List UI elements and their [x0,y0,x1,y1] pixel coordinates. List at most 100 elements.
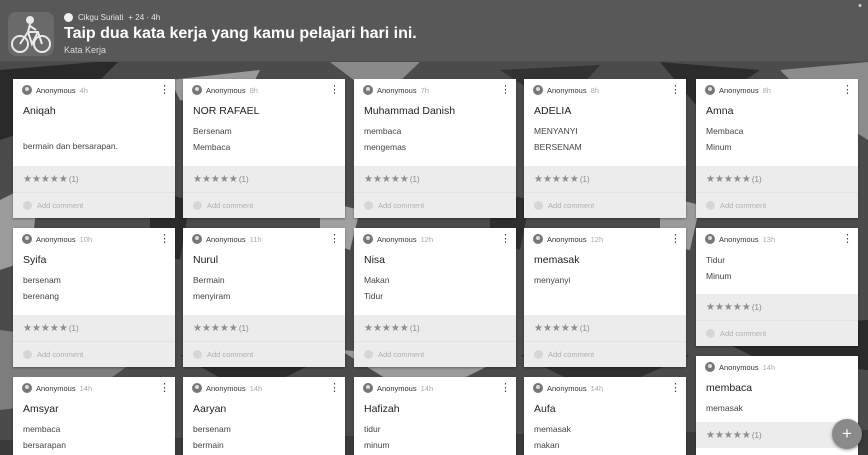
post-card[interactable]: Anonymous 8h ⋮ ADELIA MENYANYI BERSENAM … [524,79,686,218]
rating-stars-icon[interactable]: ★★★★★ [534,323,579,334]
add-comment[interactable]: Add comment [354,192,516,218]
post-title: Nurul [193,254,219,266]
post-card[interactable]: Anonymous 11h ⋮ Nurul Bermain menyiram ★… [183,228,345,367]
comment-avatar-icon [706,201,715,210]
post-rating[interactable]: ★★★★★ (1) [524,166,686,192]
post-menu-icon[interactable]: ⋮ [500,233,511,245]
post-rating[interactable]: ★★★★★ (1) [696,294,858,320]
post-author: Anonymous [36,383,76,393]
header-more-icon[interactable]: • [858,0,862,12]
add-comment-label[interactable]: Add comment [378,350,424,359]
add-comment[interactable]: Add comment [13,192,175,218]
post-line: Minum [706,142,732,152]
add-post-button[interactable]: + [832,419,862,449]
add-comment-label[interactable]: Add comment [548,201,594,210]
rating-stars-icon[interactable]: ★★★★★ [193,174,238,185]
wall-author[interactable]: Cikgu Suriati [78,13,123,22]
add-comment[interactable]: Add comment [696,192,858,218]
post-card[interactable]: Anonymous 8h ⋮ Amna Membaca Minum ★★★★★ … [696,79,858,218]
post-rating[interactable]: ★★★★★ (1) [183,166,345,192]
post-card[interactable]: Anonymous 7h ⋮ Muhammad Danish membaca m… [354,79,516,218]
post-line: memasak [706,403,743,413]
post-rating[interactable]: ★★★★★ (1) [13,166,175,192]
post-menu-icon[interactable]: ⋮ [670,84,681,96]
post-card[interactable]: Anonymous 14h ⋮ Hafizah tidur minum [354,377,516,455]
post-header: Anonymous 10h ⋮ [13,228,175,250]
post-author: Anonymous [547,234,587,244]
post-card[interactable]: Anonymous 4h ⋮ Aniqah bermain dan bersar… [13,79,175,218]
post-time: 13h [762,234,776,244]
post-card[interactable]: Anonymous 14h ⋮ Aaryan bersenam bermain [183,377,345,455]
add-comment-label[interactable]: Add comment [378,201,424,210]
post-card[interactable]: Anonymous 8h ⋮ NOR RAFAEL Bersenam Memba… [183,79,345,218]
post-header: Anonymous 8h ⋮ [183,79,345,101]
post-menu-icon[interactable]: ⋮ [329,382,340,394]
anonymous-avatar-icon [705,234,715,244]
post-line: membaca [23,424,61,434]
post-line: BERSENAM [534,142,582,152]
rating-stars-icon[interactable]: ★★★★★ [706,302,751,313]
post-author: Anonymous [206,85,246,95]
add-comment-label[interactable]: Add comment [720,329,766,338]
rating-stars-icon[interactable]: ★★★★★ [193,323,238,334]
anonymous-avatar-icon [705,85,715,95]
rating-stars-icon[interactable]: ★★★★★ [706,174,751,185]
post-time: 14h [762,362,776,372]
add-comment-label[interactable]: Add comment [207,350,253,359]
post-time: 10h [79,234,93,244]
rating-stars-icon[interactable]: ★★★★★ [23,323,68,334]
post-rating[interactable]: ★★★★★ (1) [354,166,516,192]
post-card[interactable]: Anonymous 13h ⋮ Tidur Minum ★★★★★ (1) Ad… [696,228,858,346]
post-menu-icon[interactable]: ⋮ [159,382,170,394]
add-comment[interactable]: Add comment [524,192,686,218]
post-body: tidur minum [354,421,516,453]
post-menu-icon[interactable]: ⋮ [500,382,511,394]
rating-stars-icon[interactable]: ★★★★★ [534,174,579,185]
add-comment-label[interactable]: Add comment [720,201,766,210]
add-comment[interactable]: Add comment [524,341,686,367]
post-menu-icon[interactable]: ⋮ [842,233,853,245]
add-comment[interactable]: Add comment [354,341,516,367]
post-rating[interactable]: ★★★★★ (1) [13,315,175,341]
post-card[interactable]: Anonymous 14h ⋮ Aufa memasak makan [524,377,686,455]
add-comment-label[interactable]: Add comment [548,350,594,359]
post-author: Anonymous [719,234,759,244]
add-comment[interactable]: Add comment [183,341,345,367]
rating-stars-icon[interactable]: ★★★★★ [23,174,68,185]
post-body: Membaca Minum [696,123,858,166]
post-menu-icon[interactable]: ⋮ [670,382,681,394]
post-card[interactable]: Anonymous 10h ⋮ Syifa bersenam berenang … [13,228,175,367]
add-comment[interactable]: Add comment [183,192,345,218]
post-menu-icon[interactable]: ⋮ [159,84,170,96]
post-title: Aaryan [193,403,227,415]
post-card[interactable]: Anonymous 14h ⋮ Amsyar membaca bersarapa… [13,377,175,455]
post-rating[interactable]: ★★★★★ (1) [696,166,858,192]
add-comment-label[interactable]: Add comment [37,350,83,359]
post-author: Anonymous [547,85,587,95]
post-rating[interactable]: ★★★★★ (1) [524,315,686,341]
rating-stars-icon[interactable]: ★★★★★ [364,174,409,185]
post-menu-icon[interactable]: ⋮ [329,84,340,96]
post-card[interactable]: Anonymous 12h ⋮ Nisa Makan Tidur ★★★★★ (… [354,228,516,367]
rating-stars-icon[interactable]: ★★★★★ [706,430,751,441]
post-menu-icon[interactable]: ⋮ [842,84,853,96]
comment-avatar-icon [364,350,373,359]
post-rating[interactable]: ★★★★★ (1) [183,315,345,341]
anonymous-avatar-icon [363,85,373,95]
post-card[interactable]: Anonymous 12h ⋮ memasak menyanyi ★★★★★ (… [524,228,686,367]
post-menu-icon[interactable]: ⋮ [500,84,511,96]
add-comment[interactable]: Add comment [13,341,175,367]
rating-count: (1) [751,302,762,312]
post-rating[interactable]: ★★★★★ (1) [354,315,516,341]
add-comment-label[interactable]: Add comment [207,201,253,210]
post-time: 12h [590,234,604,244]
add-comment-label[interactable]: Add comment [37,201,83,210]
post-line: bersarapan [23,440,67,450]
post-menu-icon[interactable]: ⋮ [159,233,170,245]
post-menu-icon[interactable]: ⋮ [329,233,340,245]
post-line: minum [364,440,390,450]
rating-stars-icon[interactable]: ★★★★★ [364,323,409,334]
post-line: Bermain [193,275,225,285]
post-menu-icon[interactable]: ⋮ [670,233,681,245]
add-comment[interactable]: Add comment [696,320,858,346]
